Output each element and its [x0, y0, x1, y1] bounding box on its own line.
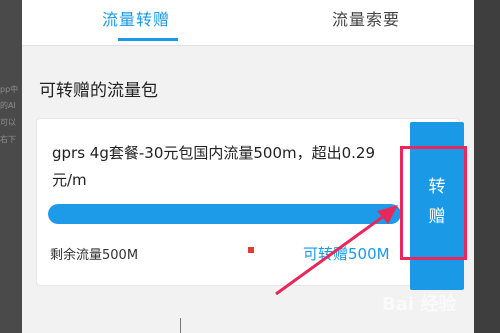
- bottom-divider: [180, 318, 181, 333]
- arrow-pointer-icon: [275, 205, 398, 296]
- watermark: Bai 经验: [382, 294, 457, 315]
